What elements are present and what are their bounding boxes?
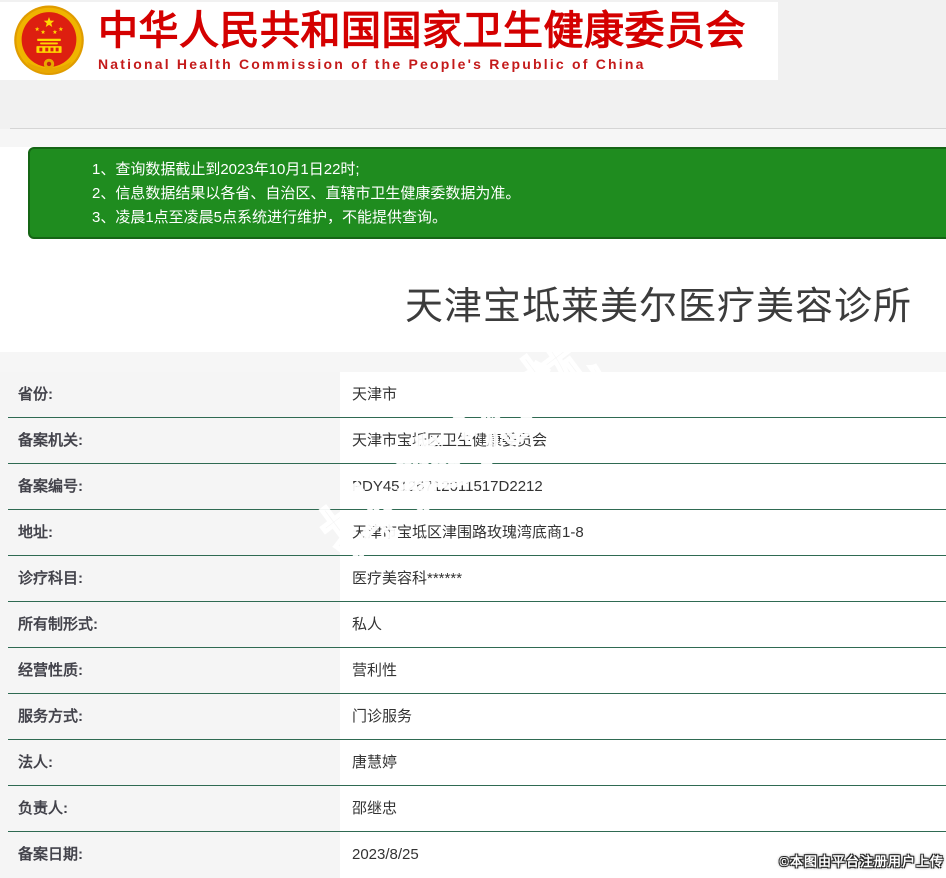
notice-line-3: 3、凌晨1点至凌晨5点系统进行维护，不能提供查询。 bbox=[92, 209, 448, 226]
field-label: 服务方式: bbox=[0, 694, 340, 740]
field-value: 营利性 bbox=[340, 648, 946, 694]
header-title-en: National Health Commission of the People… bbox=[98, 56, 646, 72]
field-value: 天津市宝坻区卫生健康委员会 bbox=[340, 418, 946, 464]
header-title-cn: 中华人民共和国国家卫生健康委员会 bbox=[98, 9, 746, 53]
field-label: 备案机关: bbox=[0, 418, 340, 464]
table-row-filing-authority: 备案机关: 天津市宝坻区卫生健康委员会 bbox=[0, 418, 946, 464]
clinic-name-title: 天津宝坻莱美尔医疗美容诊所 bbox=[405, 286, 913, 328]
info-table: 省份: 天津市 备案机关: 天津市宝坻区卫生健康委员会 备案编号: PDY451… bbox=[0, 372, 946, 878]
page-root: { "header": { "title_cn": "中华人民共和国国家卫生健康… bbox=[0, 0, 946, 878]
field-value: 唐慧婷 bbox=[340, 740, 946, 786]
header-sub-strip bbox=[0, 129, 946, 147]
top-strip: 中华人民共和国国家卫生健康委员会 National Health Commiss… bbox=[0, 0, 946, 129]
field-value: 医疗美容科****** bbox=[340, 556, 946, 602]
field-label: 经营性质: bbox=[0, 648, 340, 694]
field-label: 备案编号: bbox=[0, 464, 340, 510]
notice-box: 1、查询数据截止到2023年10月1日22时; 2、信息数据结果以各省、自治区、… bbox=[28, 147, 946, 239]
table-row-clinical-subjects: 诊疗科目: 医疗美容科****** bbox=[0, 556, 946, 602]
upload-credit-watermark: ©本图由平台注册用户上传 bbox=[779, 854, 944, 869]
notice-line-2: 2、信息数据结果以各省、自治区、直辖市卫生健康委数据为准。 bbox=[92, 185, 521, 202]
table-row-filing-number: 备案编号: PDY45126712011517D2212 bbox=[0, 464, 946, 510]
field-value: 门诊服务 bbox=[340, 694, 946, 740]
header-titles: 中华人民共和国国家卫生健康委员会 National Health Commiss… bbox=[98, 8, 746, 73]
field-label: 法人: bbox=[0, 740, 340, 786]
table-row-person-in-charge: 负责人: 邵继忠 bbox=[0, 786, 946, 832]
field-value: 天津市 bbox=[340, 372, 946, 418]
field-label: 诊疗科目: bbox=[0, 556, 340, 602]
field-label: 省份: bbox=[0, 372, 340, 418]
field-label: 所有制形式: bbox=[0, 602, 340, 648]
table-row-province: 省份: 天津市 bbox=[0, 372, 946, 418]
table-row-service-mode: 服务方式: 门诊服务 bbox=[0, 694, 946, 740]
notice-line-1: 1、查询数据截止到2023年10月1日22时; bbox=[92, 161, 360, 178]
table-row-business-nature: 经营性质: 营利性 bbox=[0, 648, 946, 694]
spacer-band bbox=[0, 352, 946, 372]
china-national-emblem-icon bbox=[9, 4, 89, 78]
field-label: 地址: bbox=[0, 510, 340, 556]
field-value: 天津市宝坻区津围路玫瑰湾底商1-8 bbox=[340, 510, 946, 556]
title-section: 天津宝坻莱美尔医疗美容诊所 bbox=[0, 239, 946, 352]
table-row-ownership-type: 所有制形式: 私人 bbox=[0, 602, 946, 648]
field-label: 负责人: bbox=[0, 786, 340, 832]
table-row-legal-person: 法人: 唐慧婷 bbox=[0, 740, 946, 786]
field-value: PDY45126712011517D2212 bbox=[340, 464, 946, 510]
field-label: 备案日期: bbox=[0, 832, 340, 878]
table-row-address: 地址: 天津市宝坻区津围路玫瑰湾底商1-8 bbox=[0, 510, 946, 556]
field-value: 私人 bbox=[340, 602, 946, 648]
site-header: 中华人民共和国国家卫生健康委员会 National Health Commiss… bbox=[0, 2, 778, 80]
field-value: 邵继忠 bbox=[340, 786, 946, 832]
